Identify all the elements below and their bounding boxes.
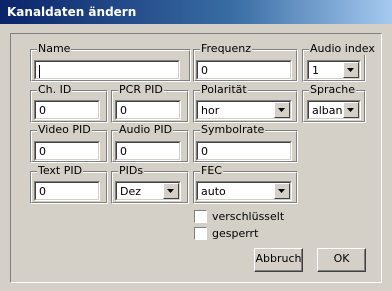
- pcr-pid-input[interactable]: 0: [115, 100, 181, 120]
- chevron-down-icon[interactable]: [343, 62, 359, 78]
- polaritaet-label: Polarität: [200, 83, 248, 96]
- window-title: Kanaldaten ändern: [7, 5, 137, 19]
- ch-id-label: Ch. ID: [37, 83, 73, 96]
- frequenz-label: Frequenz: [200, 42, 253, 55]
- audio-pid-label: Audio PID: [118, 123, 174, 136]
- symbolrate-label: Symbolrate: [200, 123, 266, 136]
- name-input[interactable]: [34, 60, 180, 80]
- polaritaet-select[interactable]: hor: [196, 100, 292, 120]
- sprache-select[interactable]: alban.: [307, 100, 361, 120]
- frequenz-input[interactable]: 0: [196, 60, 292, 80]
- pids-select[interactable]: Dez: [115, 181, 181, 201]
- verschluesselt-checkbox[interactable]: verschlüsselt: [194, 210, 284, 224]
- text-pid-input[interactable]: 0: [34, 181, 100, 201]
- chevron-down-icon[interactable]: [343, 102, 359, 118]
- ch-id-input[interactable]: 0: [34, 100, 100, 120]
- audio-index-label: Audio index: [309, 42, 376, 55]
- name-label: Name: [37, 42, 72, 55]
- verschluesselt-label: verschlüsselt: [212, 210, 285, 223]
- symbolrate-input[interactable]: 0: [196, 141, 292, 161]
- checkbox-box[interactable]: [194, 227, 207, 240]
- fec-label: FEC: [200, 164, 223, 177]
- video-pid-input[interactable]: 0: [34, 141, 100, 161]
- chevron-down-icon[interactable]: [163, 183, 179, 199]
- abbruch-button[interactable]: Abbruch: [254, 248, 303, 272]
- chevron-down-icon[interactable]: [274, 102, 290, 118]
- text-cursor: [39, 64, 40, 78]
- gesperrt-checkbox[interactable]: gesperrt: [194, 227, 258, 241]
- audio-pid-input[interactable]: 0: [115, 141, 181, 161]
- audio-index-select[interactable]: 1: [307, 60, 361, 80]
- title-bar: Kanaldaten ändern: [0, 0, 392, 24]
- ok-button[interactable]: OK: [317, 248, 366, 272]
- checkbox-box[interactable]: [194, 210, 207, 223]
- chevron-down-icon[interactable]: [274, 183, 290, 199]
- sprache-label: Sprache: [309, 83, 357, 96]
- pcr-pid-label: PCR PID: [118, 83, 164, 96]
- text-pid-label: Text PID: [37, 164, 84, 177]
- pids-label: PIDs: [118, 164, 145, 177]
- video-pid-label: Video PID: [37, 123, 92, 136]
- gesperrt-label: gesperrt: [212, 227, 259, 240]
- fec-select[interactable]: auto: [196, 181, 292, 201]
